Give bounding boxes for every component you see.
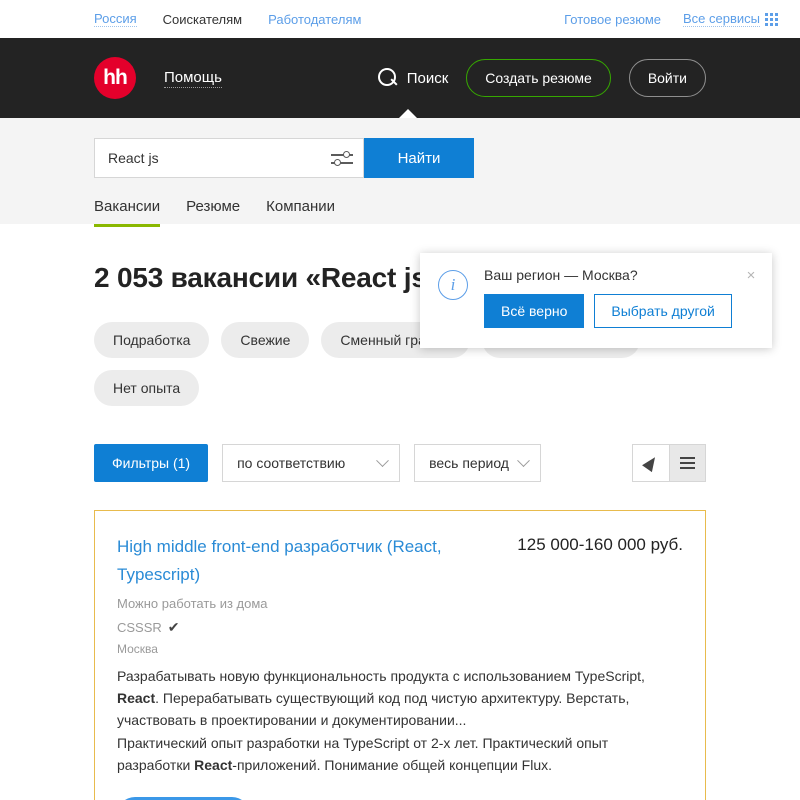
help-link[interactable]: Помощь	[164, 69, 222, 88]
search-band: Найти Вакансии Резюме Компании i Ваш рег…	[0, 118, 800, 348]
duties-part-2: . Перерабатывать существующий код под чи…	[117, 690, 630, 728]
period-select-value: весь период	[429, 455, 509, 471]
ready-resume-link[interactable]: Готовое резюме	[564, 12, 661, 27]
tab-companies[interactable]: Компании	[266, 198, 335, 227]
site-header: hh Помощь Поиск Создать резюме Войти	[0, 38, 800, 119]
map-view-button[interactable]	[633, 445, 669, 481]
for-seekers-link[interactable]: Соискателям	[163, 12, 242, 27]
requirements-highlight-react: React	[194, 756, 233, 773]
search-toggle-label: Поиск	[406, 69, 449, 87]
hh-logo[interactable]: hh	[94, 57, 136, 99]
region-popup-buttons: Всё верно Выбрать другой	[484, 294, 758, 328]
list-view-button[interactable]	[669, 445, 705, 481]
create-resume-button[interactable]: Создать резюме	[466, 59, 611, 97]
vacancy-description-duties: Разрабатывать новую функциональность про…	[117, 666, 683, 732]
tab-resumes[interactable]: Резюме	[186, 198, 240, 227]
search-toggle-button[interactable]: Поиск	[377, 68, 449, 88]
vacancy-remote-label: Можно работать из дома	[117, 596, 268, 612]
navigation-arrow-icon	[642, 453, 660, 473]
vacancy-city: Москва	[117, 642, 158, 657]
topbar-left-group: Россия Соискателям Работодателям	[0, 11, 361, 27]
all-services-label: Все сервисы	[683, 11, 760, 27]
vacancy-salary: 125 000-160 000 руб.	[517, 535, 683, 554]
vacancy-title-link[interactable]: High middle front-end разработчик (React…	[117, 533, 487, 588]
view-toggle-group	[632, 444, 706, 482]
close-icon[interactable]: ×	[744, 268, 758, 283]
region-popup-body: Ваш регион — Москва? Всё верно Выбрать д…	[484, 267, 758, 334]
login-button[interactable]: Войти	[628, 59, 706, 97]
advanced-search-icon[interactable]	[331, 150, 353, 166]
find-button[interactable]: Найти	[364, 138, 474, 178]
topbar-right-group: Готовое резюме Все сервисы	[564, 11, 778, 27]
region-confirm-popup: i Ваш регион — Москва? Всё верно Выбрать…	[420, 253, 772, 348]
requirements-part-2: -приложений. Понимание общей концепции F…	[232, 756, 553, 773]
top-utility-bar: Россия Соискателям Работодателям Готовое…	[0, 0, 800, 38]
region-popup-title: Ваш регион — Москва?	[484, 267, 638, 283]
search-field-wrapper[interactable]	[94, 138, 364, 178]
chip-part-time[interactable]: Подработка	[94, 322, 210, 358]
chip-fresh[interactable]: Свежие	[221, 322, 310, 358]
grid-apps-icon	[765, 12, 778, 26]
region-link[interactable]: Россия	[94, 11, 137, 27]
region-confirm-button[interactable]: Всё верно	[484, 294, 585, 328]
search-icon	[377, 68, 398, 88]
vacancy-card-header: High middle front-end разработчик (React…	[117, 533, 683, 588]
search-input[interactable]	[108, 150, 331, 166]
search-tabs: Вакансии Резюме Компании	[94, 198, 706, 227]
company-name: CSSSR	[117, 620, 162, 636]
period-select[interactable]: весь период	[414, 444, 541, 482]
region-change-button[interactable]: Выбрать другой	[594, 294, 732, 328]
info-icon: i	[438, 270, 468, 300]
chevron-down-icon	[517, 453, 530, 467]
chip-no-experience[interactable]: Нет опыта	[94, 370, 200, 406]
duties-part-1: Разрабатывать новую функциональность про…	[117, 668, 645, 685]
search-row: Найти	[94, 138, 706, 178]
results-controls: Фильтры (1) по соответствию весь период	[94, 444, 706, 482]
list-icon	[680, 454, 695, 472]
sort-select[interactable]: по соответствию	[222, 444, 401, 482]
vacancy-card: High middle front-end разработчик (React…	[94, 510, 706, 800]
header-actions: Поиск Создать резюме Войти	[377, 59, 706, 97]
tab-vacancies[interactable]: Вакансии	[94, 198, 161, 227]
for-employers-link[interactable]: Работодателям	[268, 12, 361, 27]
chevron-down-icon	[376, 453, 389, 467]
sort-select-value: по соответствию	[237, 455, 346, 471]
duties-highlight-react: React	[117, 690, 156, 707]
vacancy-company[interactable]: CSSSR ✔	[117, 619, 683, 636]
vacancy-description-requirements: Практический опыт разработки на TypeScri…	[117, 733, 683, 777]
verified-check-icon: ✔	[167, 619, 180, 636]
filters-button[interactable]: Фильтры (1)	[94, 444, 209, 482]
all-services-button[interactable]: Все сервисы	[683, 11, 778, 27]
